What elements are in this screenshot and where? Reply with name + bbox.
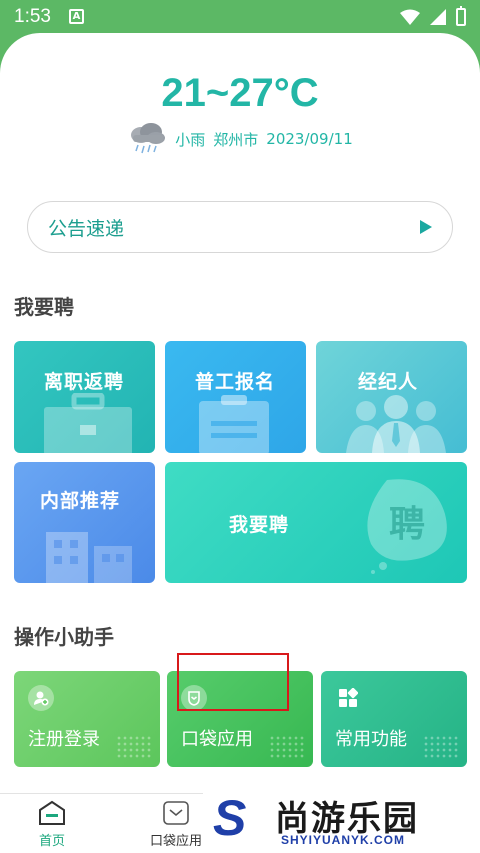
tile-rehire[interactable]: 离职返聘	[14, 341, 155, 453]
hire-bubble-icon: 聘	[367, 479, 447, 574]
wifi-icon	[400, 9, 420, 25]
assistant-label: 常用功能	[335, 729, 407, 750]
people-icon	[346, 395, 446, 453]
tile-label: 我要聘	[229, 514, 290, 536]
notice-label: 公告速递	[48, 217, 125, 240]
notice-bar[interactable]: 公告速递	[27, 201, 453, 253]
watermark: S 尚游乐园 SHYIYUANYK.COM	[203, 787, 480, 853]
weather-temperature: 21~27°C	[161, 71, 319, 115]
nav-label: 首页	[38, 834, 65, 849]
tile-worker-signup[interactable]: 普工报名	[165, 341, 306, 453]
tile-label: 内部推荐	[40, 490, 121, 512]
dot-pattern	[269, 735, 305, 759]
tile-label: 离职返聘	[44, 371, 125, 393]
weather-date: 2023/09/11	[266, 130, 353, 148]
tile-i-want-hire[interactable]: 我要聘 聘	[165, 462, 467, 583]
assistant-label: 口袋应用	[181, 729, 253, 750]
section-title-assistant: 操作小助手	[14, 625, 114, 649]
status-icons	[400, 5, 466, 26]
tile-register-login[interactable]: 注册登录	[14, 671, 160, 767]
dot-pattern	[116, 735, 152, 759]
main-content: 21~27°C 小雨 郑州市 2023/09/11 公告速递 我要聘 离职返聘 …	[0, 33, 480, 793]
nav-home[interactable]: 首页	[38, 800, 66, 849]
tile-internal-referral[interactable]: 内部推荐	[14, 462, 155, 583]
weather-info: 小雨 郑州市 2023/09/11	[0, 121, 480, 157]
signal-icon	[430, 8, 446, 25]
tile-label: 经纪人	[358, 371, 419, 393]
home-icon	[39, 800, 65, 825]
nav-pocket-apps[interactable]: 口袋应用	[150, 800, 202, 849]
hire-mark: 聘	[389, 504, 425, 545]
dot-pattern	[423, 735, 459, 759]
rain-cloud-icon	[131, 123, 166, 154]
watermark-en: SHYIYUANYK.COM	[281, 833, 406, 847]
battery-icon	[456, 5, 466, 26]
clipboard-icon	[199, 395, 269, 453]
watermark-letter: S	[213, 790, 247, 846]
play-icon[interactable]	[420, 220, 432, 234]
tile-agent[interactable]: 经纪人	[316, 341, 467, 453]
tile-label: 普工报名	[195, 371, 276, 393]
notification-a-icon: A	[68, 9, 84, 24]
assistant-label: 注册登录	[28, 729, 100, 750]
tile-common-functions[interactable]: 常用功能	[321, 671, 467, 767]
nav-label: 口袋应用	[150, 834, 203, 849]
status-bar: 1:53 A	[0, 0, 480, 33]
briefcase-icon	[44, 393, 132, 453]
weather-condition: 小雨	[175, 130, 206, 149]
weather-city: 郑州市	[213, 130, 259, 149]
pocket-icon	[163, 801, 189, 825]
status-time: 1:53	[14, 5, 51, 27]
section-title-hiring: 我要聘	[14, 295, 74, 319]
grid-icon	[335, 685, 361, 711]
user-add-icon	[28, 685, 54, 711]
building-icon	[46, 532, 132, 583]
highlight-box	[177, 653, 289, 711]
